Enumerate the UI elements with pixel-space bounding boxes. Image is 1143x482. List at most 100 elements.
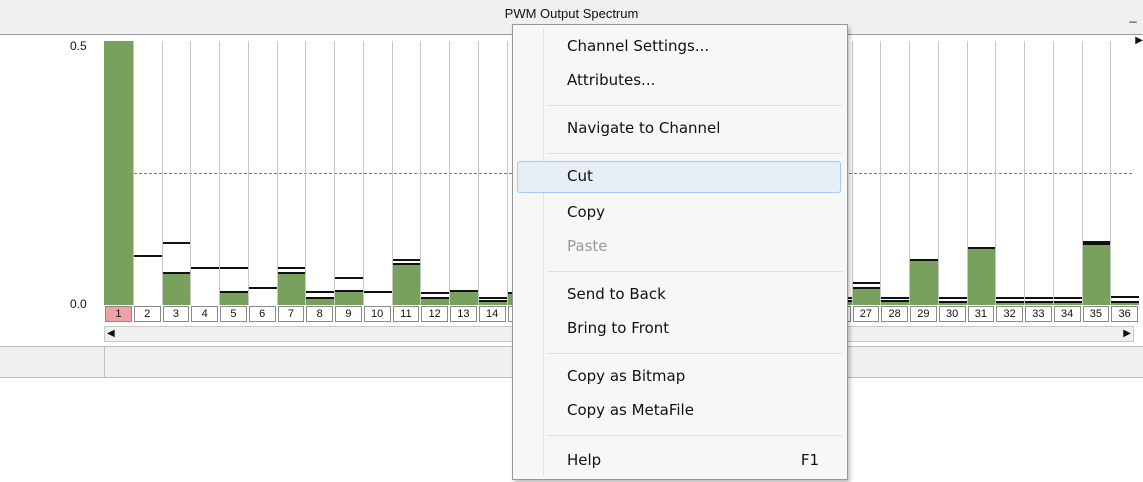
channel-label-11[interactable]: 11 [392,306,420,322]
peak-marker [938,296,967,299]
menu-item-copy-as-bitmap[interactable]: Copy as Bitmap [567,367,685,385]
channel-bar-33[interactable] [1024,41,1053,305]
bar-fill [1053,300,1082,305]
peak-marker [248,287,277,290]
peak-marker [335,276,363,279]
channel-label-9[interactable]: 9 [335,306,362,322]
bar-fill [881,299,909,305]
menu-item-attributes[interactable]: Attributes... [567,71,655,89]
menu-separator [547,153,843,154]
peak-marker [421,292,449,295]
menu-item-copy-as-metafile[interactable]: Copy as MetaFile [567,401,694,419]
context-menu: Channel Settings... Attributes... Naviga… [512,24,848,480]
channel-label-2[interactable]: 2 [133,306,161,322]
channel-label-5[interactable]: 5 [220,306,247,322]
bar-fill [938,300,967,305]
peak-marker [392,258,421,261]
channel-label-32[interactable]: 32 [996,306,1023,322]
channel-label-30[interactable]: 30 [938,306,966,322]
channel-bar-13[interactable] [449,41,478,305]
peak-marker [1111,295,1139,298]
channel-bar-28[interactable] [880,41,909,305]
bar-fill [421,296,449,305]
bar-fill [967,247,996,305]
channel-label-4[interactable]: 4 [191,306,218,322]
channel-bar-4[interactable] [190,41,219,305]
menu-item-send-to-back[interactable]: Send to Back [567,285,666,303]
menu-item-help[interactable]: Help [567,451,601,469]
plot-scroll-right-icon[interactable]: ▶ [1135,35,1143,46]
channel-bar-35[interactable] [1081,41,1111,305]
channel-bar-14[interactable] [477,41,507,305]
bar-fill [478,299,507,305]
channel-bar-2[interactable] [132,41,162,305]
channel-bar-8[interactable] [305,41,334,305]
menu-gutter [543,28,544,476]
channel-label-6[interactable]: 6 [248,306,276,322]
peak-marker [220,267,248,270]
bar-fill [277,272,306,305]
menu-item-channel-settings[interactable]: Channel Settings... [567,37,709,55]
channel-label-10[interactable]: 10 [363,306,391,322]
channel-label-28[interactable]: 28 [881,306,908,322]
channel-label-36[interactable]: 36 [1111,306,1138,322]
status-divider [104,347,105,377]
channel-bar-31[interactable] [966,41,996,305]
channel-label-27[interactable]: 27 [852,306,880,322]
bar-fill [1111,300,1139,305]
channel-bar-7[interactable] [276,41,306,305]
bar-fill [996,300,1024,305]
channel-bar-34[interactable] [1052,41,1082,305]
peak-marker [363,291,392,294]
bar-fill [104,41,133,305]
channel-bar-27[interactable] [851,41,881,305]
channel-label-12[interactable]: 12 [421,306,448,322]
menu-item-cut[interactable]: Cut [567,167,593,185]
channel-label-1[interactable]: 1 [105,306,132,322]
menu-separator [547,271,843,272]
menu-item-paste: Paste [567,237,608,255]
channel-bar-10[interactable] [362,41,392,305]
channel-label-13[interactable]: 13 [450,306,477,322]
channel-bar-30[interactable] [937,41,967,305]
channel-bar-11[interactable] [391,41,421,305]
channel-bar-9[interactable] [334,41,363,305]
menu-item-bring-to-front[interactable]: Bring to Front [567,319,669,337]
channel-label-35[interactable]: 35 [1082,306,1110,322]
channel-bar-3[interactable] [161,41,191,305]
channel-bar-6[interactable] [247,41,277,305]
channel-bar-12[interactable] [420,41,449,305]
channel-label-8[interactable]: 8 [306,306,333,322]
channel-label-7[interactable]: 7 [277,306,305,322]
menu-item-navigate-to-channel[interactable]: Navigate to Channel [567,119,720,137]
scroll-right-icon[interactable]: ▶ [1123,328,1131,339]
bar-fill [306,296,334,305]
channel-bar-36[interactable] [1110,41,1139,305]
channel-bar-1[interactable] [104,41,133,305]
channel-bar-29[interactable] [909,41,938,305]
peak-marker [996,296,1024,299]
bar-fill [392,262,421,305]
peak-marker [277,267,306,270]
channel-label-34[interactable]: 34 [1053,306,1081,322]
menu-separator [547,105,843,106]
channel-label-3[interactable]: 3 [162,306,190,322]
bar-fill [162,272,191,305]
scroll-left-icon[interactable]: ◀ [107,328,115,339]
peak-marker [478,296,507,299]
bar-fill [220,291,248,305]
peak-marker [1082,240,1111,243]
minimize-button[interactable]: _ [1127,9,1139,22]
channel-label-29[interactable]: 29 [910,306,937,322]
y-axis-min-label: 0.0 [70,297,87,311]
bar-fill [910,258,938,305]
bar-fill [450,289,478,305]
menu-item-copy[interactable]: Copy [567,203,605,221]
bar-fill [852,287,881,305]
channel-label-31[interactable]: 31 [967,306,995,322]
channel-bar-32[interactable] [995,41,1024,305]
channel-label-14[interactable]: 14 [478,306,506,322]
channel-bar-5[interactable] [219,41,248,305]
window-title: PWM Output Spectrum [504,6,639,21]
channel-label-33[interactable]: 33 [1025,306,1052,322]
